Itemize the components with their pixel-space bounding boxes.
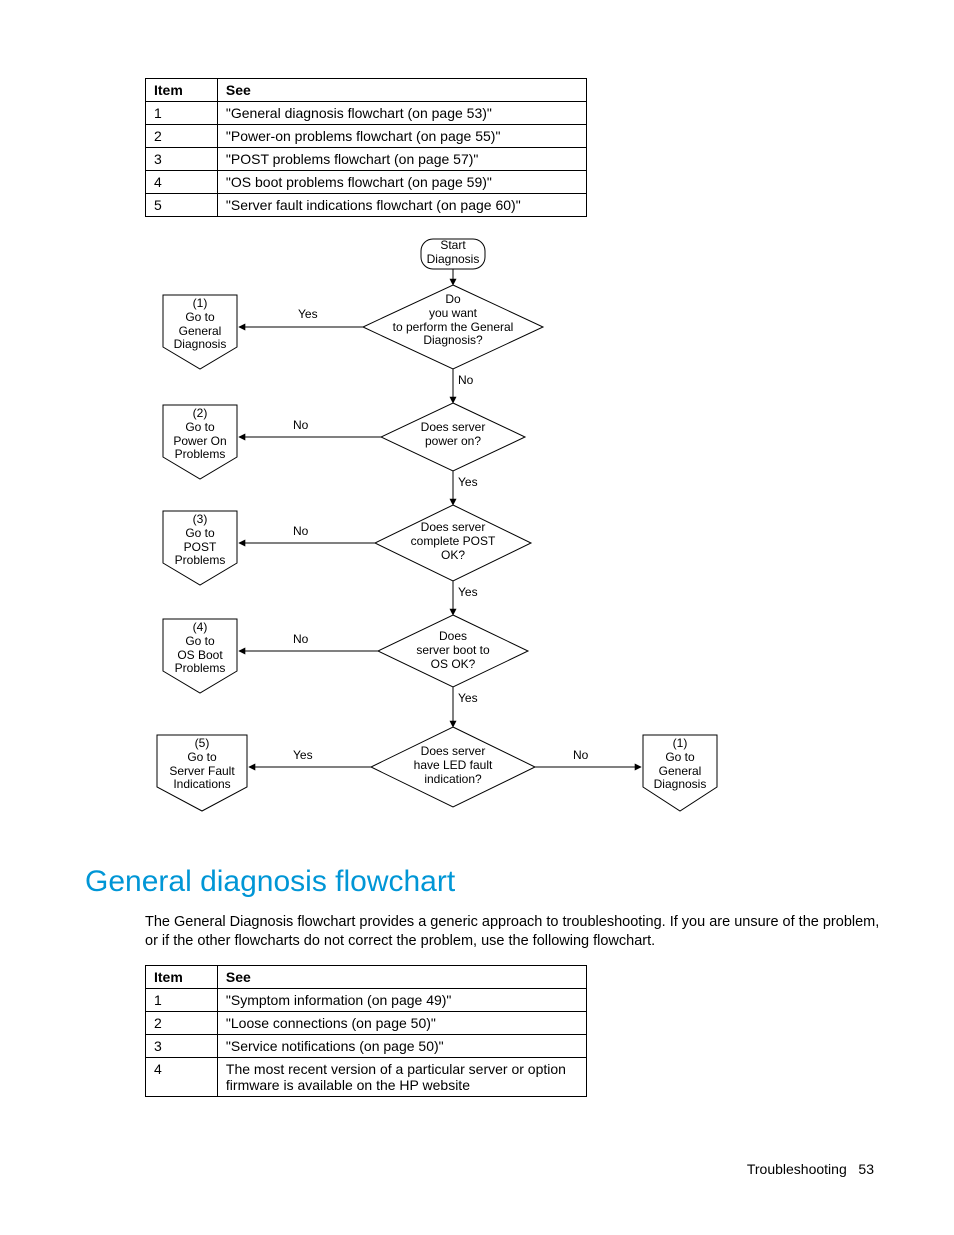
table-header-see: See <box>217 79 586 102</box>
node-r3-text: (3)Go toPOSTProblems <box>163 513 237 568</box>
edge-label-no: No <box>293 418 323 432</box>
table-row: 4The most recent version of a particular… <box>146 1057 587 1096</box>
ref-table-2: Item See 1"Symptom information (on page … <box>145 965 587 1097</box>
table-row: 2"Power-on problems flowchart (on page 5… <box>146 125 587 148</box>
section-title: General diagnosis flowchart <box>85 865 880 899</box>
table-row: 5"Server fault indications flowchart (on… <box>146 194 587 217</box>
edge-label-yes: Yes <box>298 307 338 321</box>
edge-label-yes: Yes <box>458 691 488 705</box>
footer-section: Troubleshooting <box>747 1161 847 1177</box>
node-d1-text: Doyou wantto perform the GeneralDiagnosi… <box>368 293 538 348</box>
table-header-row: Item See <box>146 79 587 102</box>
table-row: 4"OS boot problems flowchart (on page 59… <box>146 171 587 194</box>
table-header-see: See <box>217 965 586 988</box>
table-row: 2"Loose connections (on page 50)" <box>146 1011 587 1034</box>
footer-page-number: 53 <box>858 1161 874 1177</box>
page: Item See 1"General diagnosis flowchart (… <box>0 0 954 1235</box>
edge-label-yes: Yes <box>293 748 327 762</box>
cell-see: "Server fault indications flowchart (on … <box>217 194 586 217</box>
cell-item: 2 <box>146 125 218 148</box>
table-row: 1"Symptom information (on page 49)" <box>146 988 587 1011</box>
node-r5-text: (5)Go toServer FaultIndications <box>157 737 247 792</box>
cell-item: 1 <box>146 988 218 1011</box>
cell-item: 2 <box>146 1011 218 1034</box>
cell-see: "Loose connections (on page 50)" <box>217 1011 586 1034</box>
node-r1b-text: (1)Go toGeneralDiagnosis <box>643 737 717 792</box>
node-start-text: StartDiagnosis <box>413 239 493 267</box>
edge-label-no: No <box>573 748 603 762</box>
start-diagnosis-flowchart: StartDiagnosis Doyou wantto perform the … <box>153 235 743 845</box>
table-row: 1"General diagnosis flowchart (on page 5… <box>146 102 587 125</box>
table-header-row: Item See <box>146 965 587 988</box>
node-d5-text: Does serverhave LED faultindication? <box>383 745 523 786</box>
edge-label-no: No <box>293 524 323 538</box>
node-r4-text: (4)Go toOS BootProblems <box>163 621 237 676</box>
table-header-item: Item <box>146 965 218 988</box>
cell-item: 3 <box>146 1034 218 1057</box>
cell-see: "Service notifications (on page 50)" <box>217 1034 586 1057</box>
node-d4-text: Doesserver boot toOS OK? <box>388 630 518 671</box>
edge-label-no: No <box>458 373 488 387</box>
node-d2-text: Does serverpower on? <box>388 421 518 449</box>
cell-see: The most recent version of a particular … <box>217 1057 586 1096</box>
cell-see: "OS boot problems flowchart (on page 59)… <box>217 171 586 194</box>
cell-see: "Power-on problems flowchart (on page 55… <box>217 125 586 148</box>
edge-label-yes: Yes <box>458 585 488 599</box>
node-r2-text: (2)Go toPower OnProblems <box>163 407 237 462</box>
page-content: Item See 1"General diagnosis flowchart (… <box>145 78 880 1097</box>
cell-item: 1 <box>146 102 218 125</box>
section-body: The General Diagnosis flowchart provides… <box>145 913 880 951</box>
flowchart-svg: StartDiagnosis Doyou wantto perform the … <box>153 235 743 845</box>
cell-see: "Symptom information (on page 49)" <box>217 988 586 1011</box>
table-row: 3"Service notifications (on page 50)" <box>146 1034 587 1057</box>
cell-item: 4 <box>146 1057 218 1096</box>
cell-see: "General diagnosis flowchart (on page 53… <box>217 102 586 125</box>
ref-table-1: Item See 1"General diagnosis flowchart (… <box>145 78 587 217</box>
table-header-item: Item <box>146 79 218 102</box>
cell-item: 5 <box>146 194 218 217</box>
node-r1-text: (1)Go toGeneralDiagnosis <box>163 297 237 352</box>
edge-label-yes: Yes <box>458 475 488 489</box>
cell-see: "POST problems flowchart (on page 57)" <box>217 148 586 171</box>
cell-item: 4 <box>146 171 218 194</box>
node-d3-text: Does servercomplete POSTOK? <box>385 521 521 562</box>
edge-label-no: No <box>293 632 323 646</box>
cell-item: 3 <box>146 148 218 171</box>
page-footer: Troubleshooting 53 <box>747 1161 874 1177</box>
table-row: 3"POST problems flowchart (on page 57)" <box>146 148 587 171</box>
